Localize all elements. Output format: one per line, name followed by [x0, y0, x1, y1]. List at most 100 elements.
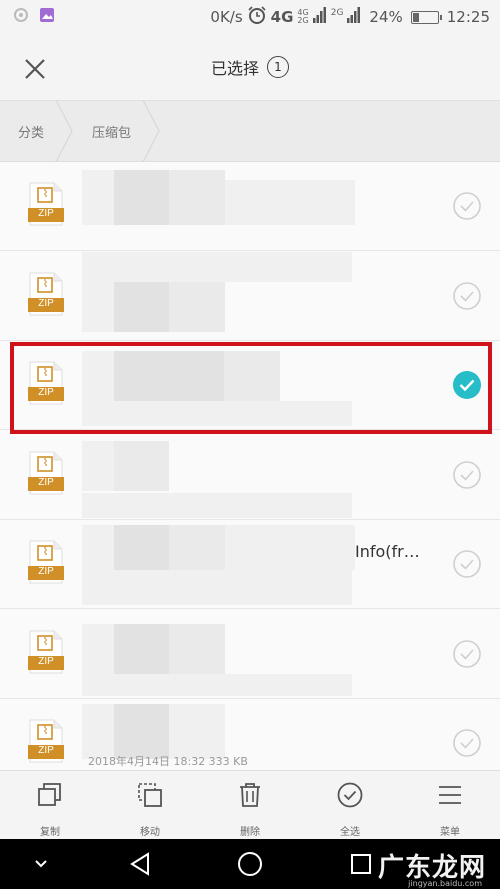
breadcrumb-chevron-icon: [55, 100, 73, 162]
copy-icon: [38, 783, 61, 806]
trash-icon: [240, 783, 260, 807]
network-2g-label: 2G: [330, 8, 344, 18]
move-label: 移动: [140, 827, 160, 838]
breadcrumb-label: 分类: [18, 125, 45, 141]
hide-nav-button[interactable]: [26, 839, 56, 889]
file-row[interactable]: ZIP: [0, 609, 500, 699]
recents-button[interactable]: [346, 839, 376, 889]
redacted-filename-block: [82, 570, 352, 605]
file-meta: 2018年4月14日 18:32 333 KB: [88, 755, 248, 768]
delete-button[interactable]: 删除: [200, 771, 300, 839]
file-row[interactable]: ZIP Info(fr…: [0, 520, 500, 609]
redacted-filename-block: [82, 492, 352, 518]
redacted-filename-block: [225, 525, 355, 570]
redacted-filename-block: [82, 525, 114, 570]
battery-icon: [410, 10, 442, 24]
zip-file-icon: [28, 540, 64, 584]
unchecked-checkbox-icon[interactable]: [452, 460, 482, 490]
zip-file-icon: [28, 451, 64, 494]
zip-type-label: ZIP: [38, 655, 54, 667]
zip-type-label: ZIP: [38, 745, 54, 756]
menu-button[interactable]: 菜单: [400, 771, 500, 839]
zip-type-label: ZIP: [38, 566, 54, 577]
redacted-filename-block: [114, 351, 224, 401]
file-name-fragment: Info(fr…: [355, 542, 420, 561]
file-row[interactable]: ZIP: [0, 251, 500, 341]
redacted-filename-block: [82, 351, 114, 401]
back-button[interactable]: [124, 839, 156, 889]
redacted-filename-block: [114, 440, 169, 491]
menu-label: 菜单: [440, 827, 460, 838]
zip-type-label: ZIP: [38, 387, 54, 398]
redacted-filename-block: [82, 251, 352, 282]
copy-label: 复制: [40, 827, 60, 838]
settings-gear-icon: [12, 6, 30, 28]
copy-button[interactable]: 复制: [0, 771, 100, 839]
move-icon: [138, 783, 162, 807]
redacted-filename-block: [82, 704, 114, 759]
zip-type-label: ZIP: [38, 297, 54, 309]
file-row[interactable]: ZIP: [0, 430, 500, 520]
signal-2-icon: [347, 7, 361, 27]
unchecked-checkbox-icon[interactable]: [452, 191, 482, 221]
unchecked-checkbox-icon[interactable]: [452, 549, 482, 579]
selected-count-badge: 1: [267, 56, 289, 78]
status-bar: 0K/s 4G 4G 2G 2G 24% 12:25: [0, 0, 500, 34]
network-small-bottom: 2G: [297, 16, 309, 25]
select-all-button[interactable]: 全选: [300, 771, 400, 839]
back-triangle-icon: [130, 852, 149, 876]
redacted-filename-block: [224, 351, 280, 401]
file-row[interactable]: ZIP: [0, 162, 500, 251]
battery-fill: [412, 12, 419, 22]
file-row[interactable]: ZIP: [0, 341, 500, 430]
network-4g-label: 4G: [270, 8, 294, 26]
redacted-filename-block: [169, 281, 225, 332]
breadcrumb-label: 压缩包: [92, 125, 132, 141]
chevron-down-icon: [35, 860, 47, 868]
net-speed: 0K/s: [210, 8, 243, 26]
zip-file-icon: [28, 182, 64, 226]
file-row[interactable]: ZIP 2018年4月14日 18:32 333 KB: [0, 699, 500, 770]
redacted-filename-block: [169, 704, 225, 759]
zip-type-label: ZIP: [38, 476, 54, 488]
redacted-filename-block: [82, 673, 352, 696]
move-button[interactable]: 移动: [100, 771, 200, 839]
redacted-filename-block: [114, 704, 169, 759]
redacted-filename-block: [82, 170, 114, 225]
redacted-filename-block: [114, 525, 169, 570]
check-circle-icon: [337, 782, 363, 808]
recents-square-icon: [351, 854, 371, 874]
watermark-site: jingyan.baidu.com: [408, 879, 482, 888]
battery-percent: 24%: [369, 8, 403, 26]
alarm-icon: [247, 5, 267, 29]
home-circle-icon: [238, 852, 262, 876]
zip-file-icon: [28, 361, 64, 405]
redacted-filename-block: [169, 170, 225, 225]
close-button[interactable]: [20, 54, 50, 84]
selection-header: 已选择 1: [0, 34, 500, 100]
breadcrumb-item-category[interactable]: 分类: [0, 100, 74, 162]
redacted-filename-block: [82, 281, 114, 332]
zip-file-icon: [28, 272, 64, 315]
signal-icon: [312, 7, 327, 27]
zip-file-icon: [28, 630, 64, 673]
unchecked-checkbox-icon[interactable]: [452, 639, 482, 669]
delete-label: 删除: [240, 827, 260, 838]
close-icon: [25, 59, 45, 79]
checked-checkbox-icon[interactable]: [452, 370, 482, 400]
unchecked-checkbox-icon[interactable]: [452, 728, 482, 758]
unchecked-checkbox-icon[interactable]: [452, 281, 482, 311]
home-button[interactable]: [234, 839, 266, 889]
gallery-icon: [38, 6, 56, 28]
system-nav-bar: 广东龙网 jingyan.baidu.com: [0, 839, 500, 889]
file-list: ZIP ZIP ZIP ZIP ZIP Info(fr… ZIP ZIP 2018年4月14日 …: [0, 162, 500, 770]
zip-file-icon: [28, 719, 64, 763]
page-title: 已选择: [210, 59, 259, 78]
redacted-filename-block: [82, 401, 352, 426]
breadcrumb-item-archives[interactable]: 压缩包: [74, 100, 161, 162]
action-toolbar: 复制 移动 删除 全选 菜单: [0, 770, 500, 839]
redacted-filename-block: [169, 525, 225, 570]
dual-network-indicator: 4G 2G: [297, 9, 308, 25]
redacted-filename-block: [114, 281, 169, 332]
redacted-filename-block: [169, 623, 225, 674]
